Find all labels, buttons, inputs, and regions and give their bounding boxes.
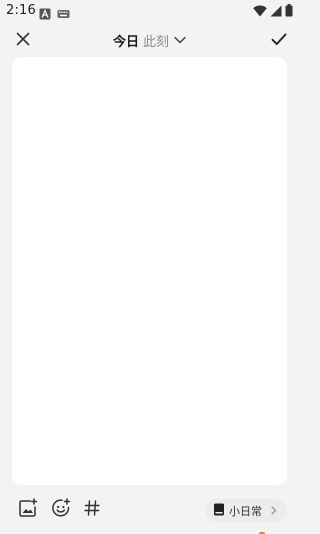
page-title: 今日 [112, 34, 139, 50]
cellular-signal-icon [270, 2, 282, 21]
hashtag-button[interactable] [81, 499, 103, 521]
font-a-notification-icon [39, 5, 51, 20]
checkmark-icon [271, 31, 287, 50]
status-bar: 2:16 [0, 0, 300, 22]
bottom-toolbar: 小日常 [0, 494, 300, 528]
battery-icon [285, 2, 293, 21]
add-emoji-button[interactable] [50, 498, 72, 522]
top-toolbar: 今日 此刻 [0, 24, 300, 54]
date-selector[interactable]: 今日 此刻 [0, 29, 300, 51]
confirm-button[interactable] [268, 29, 290, 51]
note-editor[interactable] [12, 57, 287, 485]
category-selector[interactable]: 小日常 [205, 499, 287, 522]
status-indicators [253, 2, 293, 21]
wifi-icon [253, 2, 267, 21]
chevron-right-icon [269, 506, 279, 516]
category-label: 小日常 [229, 504, 262, 518]
add-image-icon [18, 498, 38, 522]
notebook-icon [213, 501, 225, 520]
status-time: 2:16 [6, 3, 36, 18]
time-subtitle: 此刻 [143, 34, 170, 50]
add-emoji-icon [51, 498, 71, 522]
add-image-button[interactable] [17, 498, 39, 522]
chevron-down-icon [173, 33, 187, 47]
keyboard-notification-icon [57, 5, 70, 18]
hashtag-icon [83, 499, 101, 521]
